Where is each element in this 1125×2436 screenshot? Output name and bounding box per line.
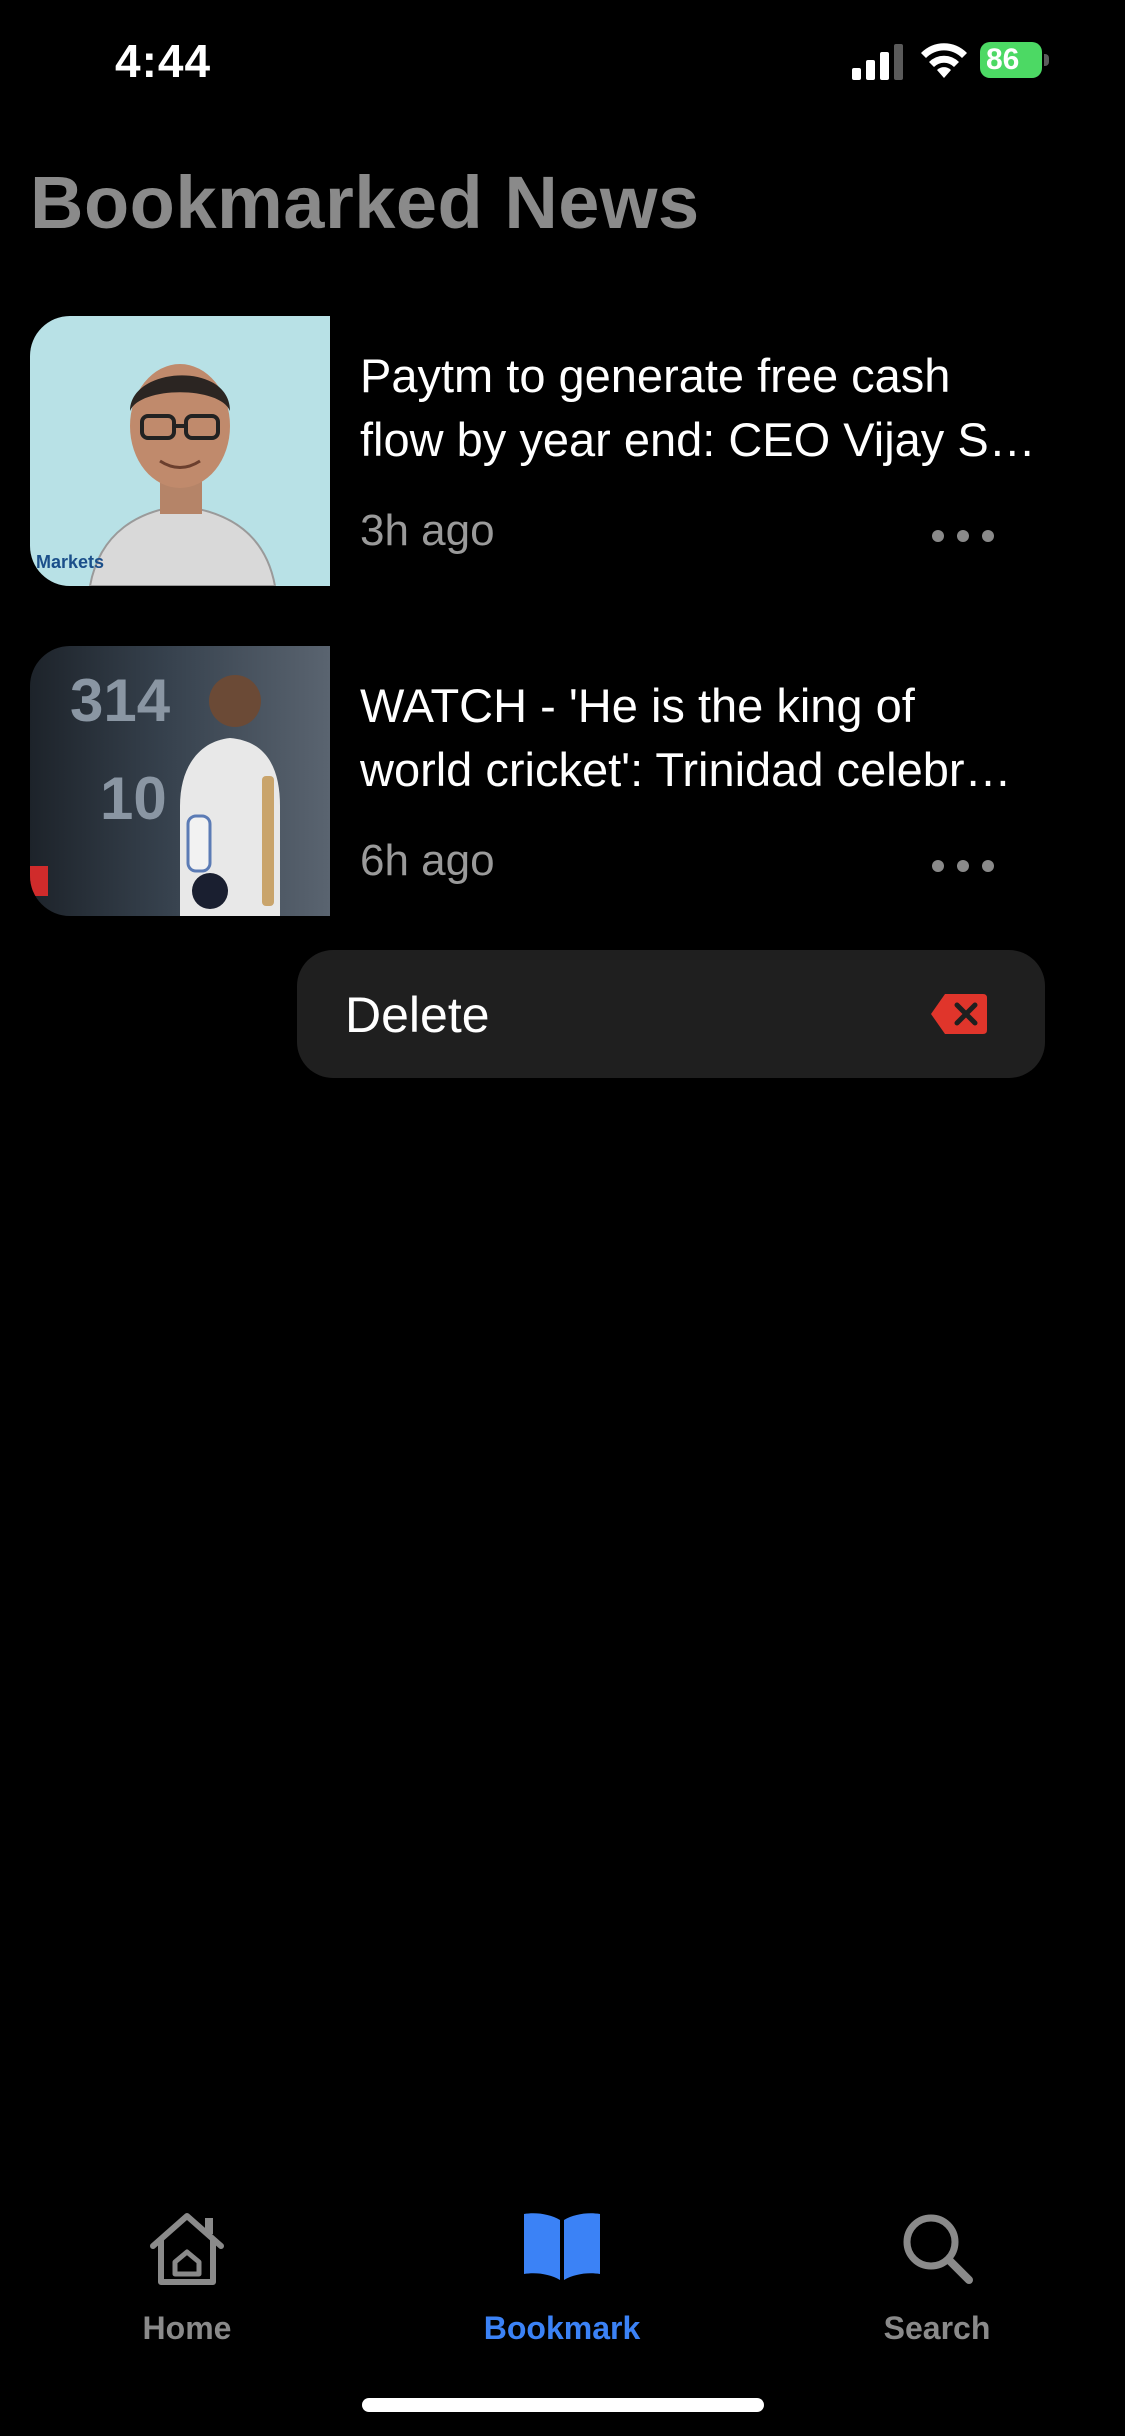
tab-bookmark[interactable]: Bookmark	[452, 2210, 672, 2350]
wifi-icon	[921, 43, 967, 78]
status-bar: 4:44 86	[0, 0, 1125, 130]
more-options-icon[interactable]	[930, 516, 996, 556]
article-thumbnail: Markets	[30, 316, 330, 586]
delete-menu-item[interactable]: Delete	[345, 986, 490, 1044]
more-options-icon[interactable]	[930, 846, 996, 886]
home-indicator[interactable]	[362, 2398, 764, 2412]
tab-label: Search	[883, 2310, 991, 2346]
tab-home[interactable]: Home	[77, 2210, 297, 2350]
article-title: WATCH - 'He is the king of world cricket…	[360, 679, 1012, 796]
list-item[interactable]: 314 10 WATCH - 'He is the king of world …	[30, 646, 1110, 916]
book-icon	[524, 2213, 600, 2280]
battery-level: 86	[980, 42, 1042, 78]
page-title: Bookmarked News	[30, 161, 700, 244]
article-time: 3h ago	[360, 506, 495, 555]
tab-label: Home	[142, 2310, 232, 2346]
status-time: 4:44	[115, 35, 212, 87]
tab-search[interactable]: Search	[827, 2210, 1047, 2350]
article-thumbnail: 314 10	[30, 646, 330, 916]
list-item[interactable]: Markets Paytm to generate free cash flow…	[30, 316, 1110, 586]
tab-label: Bookmark	[483, 2310, 641, 2346]
battery-icon: 86	[980, 42, 1050, 82]
home-icon	[150, 2213, 224, 2285]
thumbnail-caption: Markets	[36, 552, 105, 572]
cellular-signal-icon	[852, 44, 903, 80]
search-icon	[903, 2214, 973, 2284]
delete-backspace-icon[interactable]	[929, 992, 989, 1036]
article-title: Paytm to generate free cash flow by year…	[360, 349, 1036, 466]
context-menu: Delete	[297, 950, 1045, 1078]
article-time: 6h ago	[360, 836, 495, 885]
